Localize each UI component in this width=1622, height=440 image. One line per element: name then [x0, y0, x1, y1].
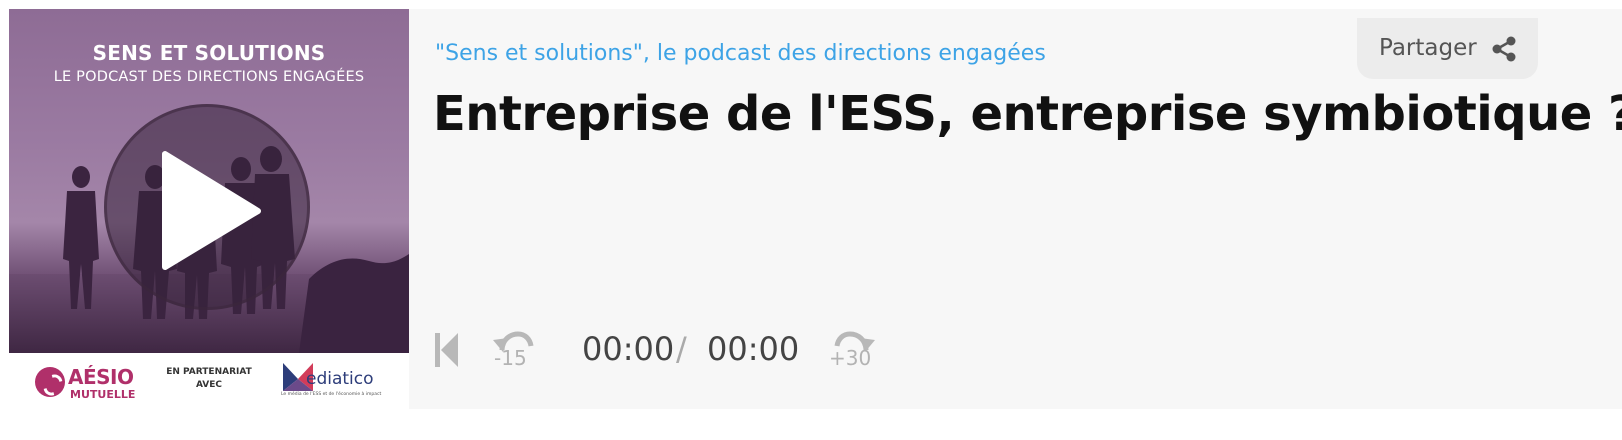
time-separator: /	[676, 330, 687, 368]
total-time: 00:00	[707, 330, 800, 368]
partnership-line-2: AVEC	[195, 380, 223, 390]
mediatico-name-rest: ediatico	[306, 369, 374, 389]
cover-image: SENS ET SOLUTIONS LE PODCAST DES DIRECTI…	[9, 9, 409, 353]
cover-title: SENS ET SOLUTIONS	[92, 41, 326, 65]
episode-title: Entreprise de l'ESS, entreprise symbioti…	[433, 86, 1622, 142]
mediatico-name: Mediatico	[306, 369, 374, 389]
aesio-name: AÉSIO	[68, 365, 134, 389]
share-label: Partager	[1379, 35, 1477, 61]
share-button[interactable]: Partager	[1357, 18, 1538, 79]
aesio-mark-icon	[35, 367, 65, 397]
play-icon	[162, 151, 261, 270]
aesio-logo: AÉSIO MUTUELLE	[35, 359, 145, 403]
partnership-label: EN PARTENARIAT AVEC	[159, 366, 259, 392]
rewind-label: -15	[494, 346, 527, 370]
cover-art: SENS ET SOLUTIONS LE PODCAST DES DIRECTI…	[9, 9, 409, 409]
play-button[interactable]	[104, 104, 310, 310]
mediatico-tagline: Le média de l'ESS et de l'économie à imp…	[281, 392, 382, 397]
mediatico-logo: Mediatico Le média de l'ESS et de l'écon…	[281, 359, 391, 403]
series-link[interactable]: "Sens et solutions", le podcast des dire…	[435, 41, 1046, 66]
partnership-line-1: EN PARTENARIAT	[166, 367, 252, 377]
share-icon	[1492, 36, 1516, 62]
aesio-subtitle: MUTUELLE	[70, 388, 136, 401]
podcast-player: SENS ET SOLUTIONS LE PODCAST DES DIRECTI…	[9, 9, 1622, 409]
sponsor-bar: AÉSIO MUTUELLE EN PARTENARIAT AVEC Media…	[9, 353, 409, 409]
current-time: 00:00	[582, 330, 675, 368]
forward-label: +30	[829, 346, 872, 370]
cover-subtitle: LE PODCAST DES DIRECTIONS ENGAGÉES	[53, 69, 365, 85]
skip-back-icon[interactable]	[434, 332, 460, 368]
